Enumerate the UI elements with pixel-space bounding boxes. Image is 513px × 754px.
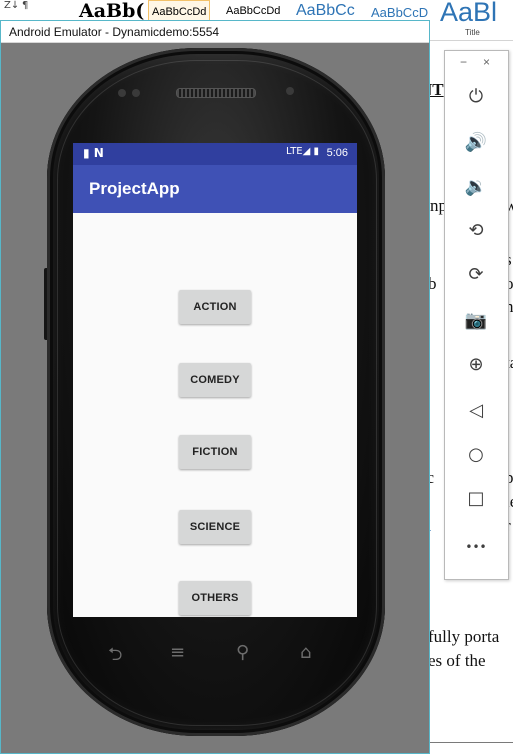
emulator-toolbar: − × ⏻ 🔊 🔉 ⟲ ⟳ 📷 ⊕ ◁ ○ □ ••• [444, 50, 509, 580]
emulator-title[interactable]: Android Emulator - Dynamicdemo:5554 [1, 21, 429, 43]
toolbar-close-button[interactable]: × [483, 55, 490, 69]
sort-icon[interactable]: Z↓ [4, 0, 19, 11]
notification-icons: ▮ N [83, 146, 104, 160]
power-icon[interactable]: ⏻ [462, 83, 490, 111]
style-title[interactable]: AaBl [440, 0, 497, 30]
back-icon[interactable]: ◁ [462, 397, 490, 425]
camera-icon[interactable]: 📷 [462, 307, 490, 335]
app-bar: ProjectApp [73, 165, 357, 213]
style-no-spacing[interactable]: AaBbCcDd [226, 0, 280, 22]
front-sensor [118, 89, 126, 97]
volume-up-icon[interactable]: 🔊 [462, 129, 490, 157]
others-button[interactable]: OTHERS [179, 581, 251, 615]
status-bar: ▮ N LTE◢ ▮ 5:06 [73, 143, 357, 165]
phone-back-icon[interactable]: ⮌ [108, 642, 122, 672]
app-title: ProjectApp [89, 179, 180, 198]
volume-down-icon[interactable]: 🔉 [462, 173, 490, 201]
toolbar-minimize-button[interactable]: − [460, 55, 467, 69]
style-title-caption: Title [465, 28, 480, 37]
front-camera [286, 87, 294, 95]
comedy-button[interactable]: COMEDY [179, 363, 251, 397]
more-icon[interactable]: ••• [462, 533, 490, 561]
overview-icon[interactable]: □ [462, 485, 490, 513]
home-icon[interactable]: ○ [462, 441, 490, 469]
status-time: 5:06 [326, 147, 348, 159]
rotate-left-icon[interactable]: ⟲ [462, 217, 490, 245]
android-screen: ▮ N LTE◢ ▮ 5:06 ProjectApp ACTION COMEDY… [73, 143, 357, 617]
doc-text: fully porta [428, 627, 500, 646]
paragraph-mark-icon[interactable]: ¶ [22, 0, 28, 11]
signal-battery-icon: LTE◢ ▮ [286, 146, 319, 157]
phone-menu-icon[interactable]: ≡ [170, 642, 185, 663]
action-button[interactable]: ACTION [179, 290, 251, 324]
phone-home-icon[interactable]: ⌂ [300, 642, 311, 663]
science-button[interactable]: SCIENCE [179, 510, 251, 544]
earpiece-speaker [176, 88, 256, 98]
fiction-button[interactable]: FICTION [179, 435, 251, 469]
style-heading-1[interactable]: AaBbCc [296, 0, 355, 22]
zoom-icon[interactable]: ⊕ [462, 351, 490, 379]
doc-text: es of the [428, 651, 486, 670]
rotate-right-icon[interactable]: ⟳ [462, 261, 490, 289]
phone-search-icon[interactable]: ⚲ [236, 642, 249, 663]
front-sensor [132, 89, 140, 97]
